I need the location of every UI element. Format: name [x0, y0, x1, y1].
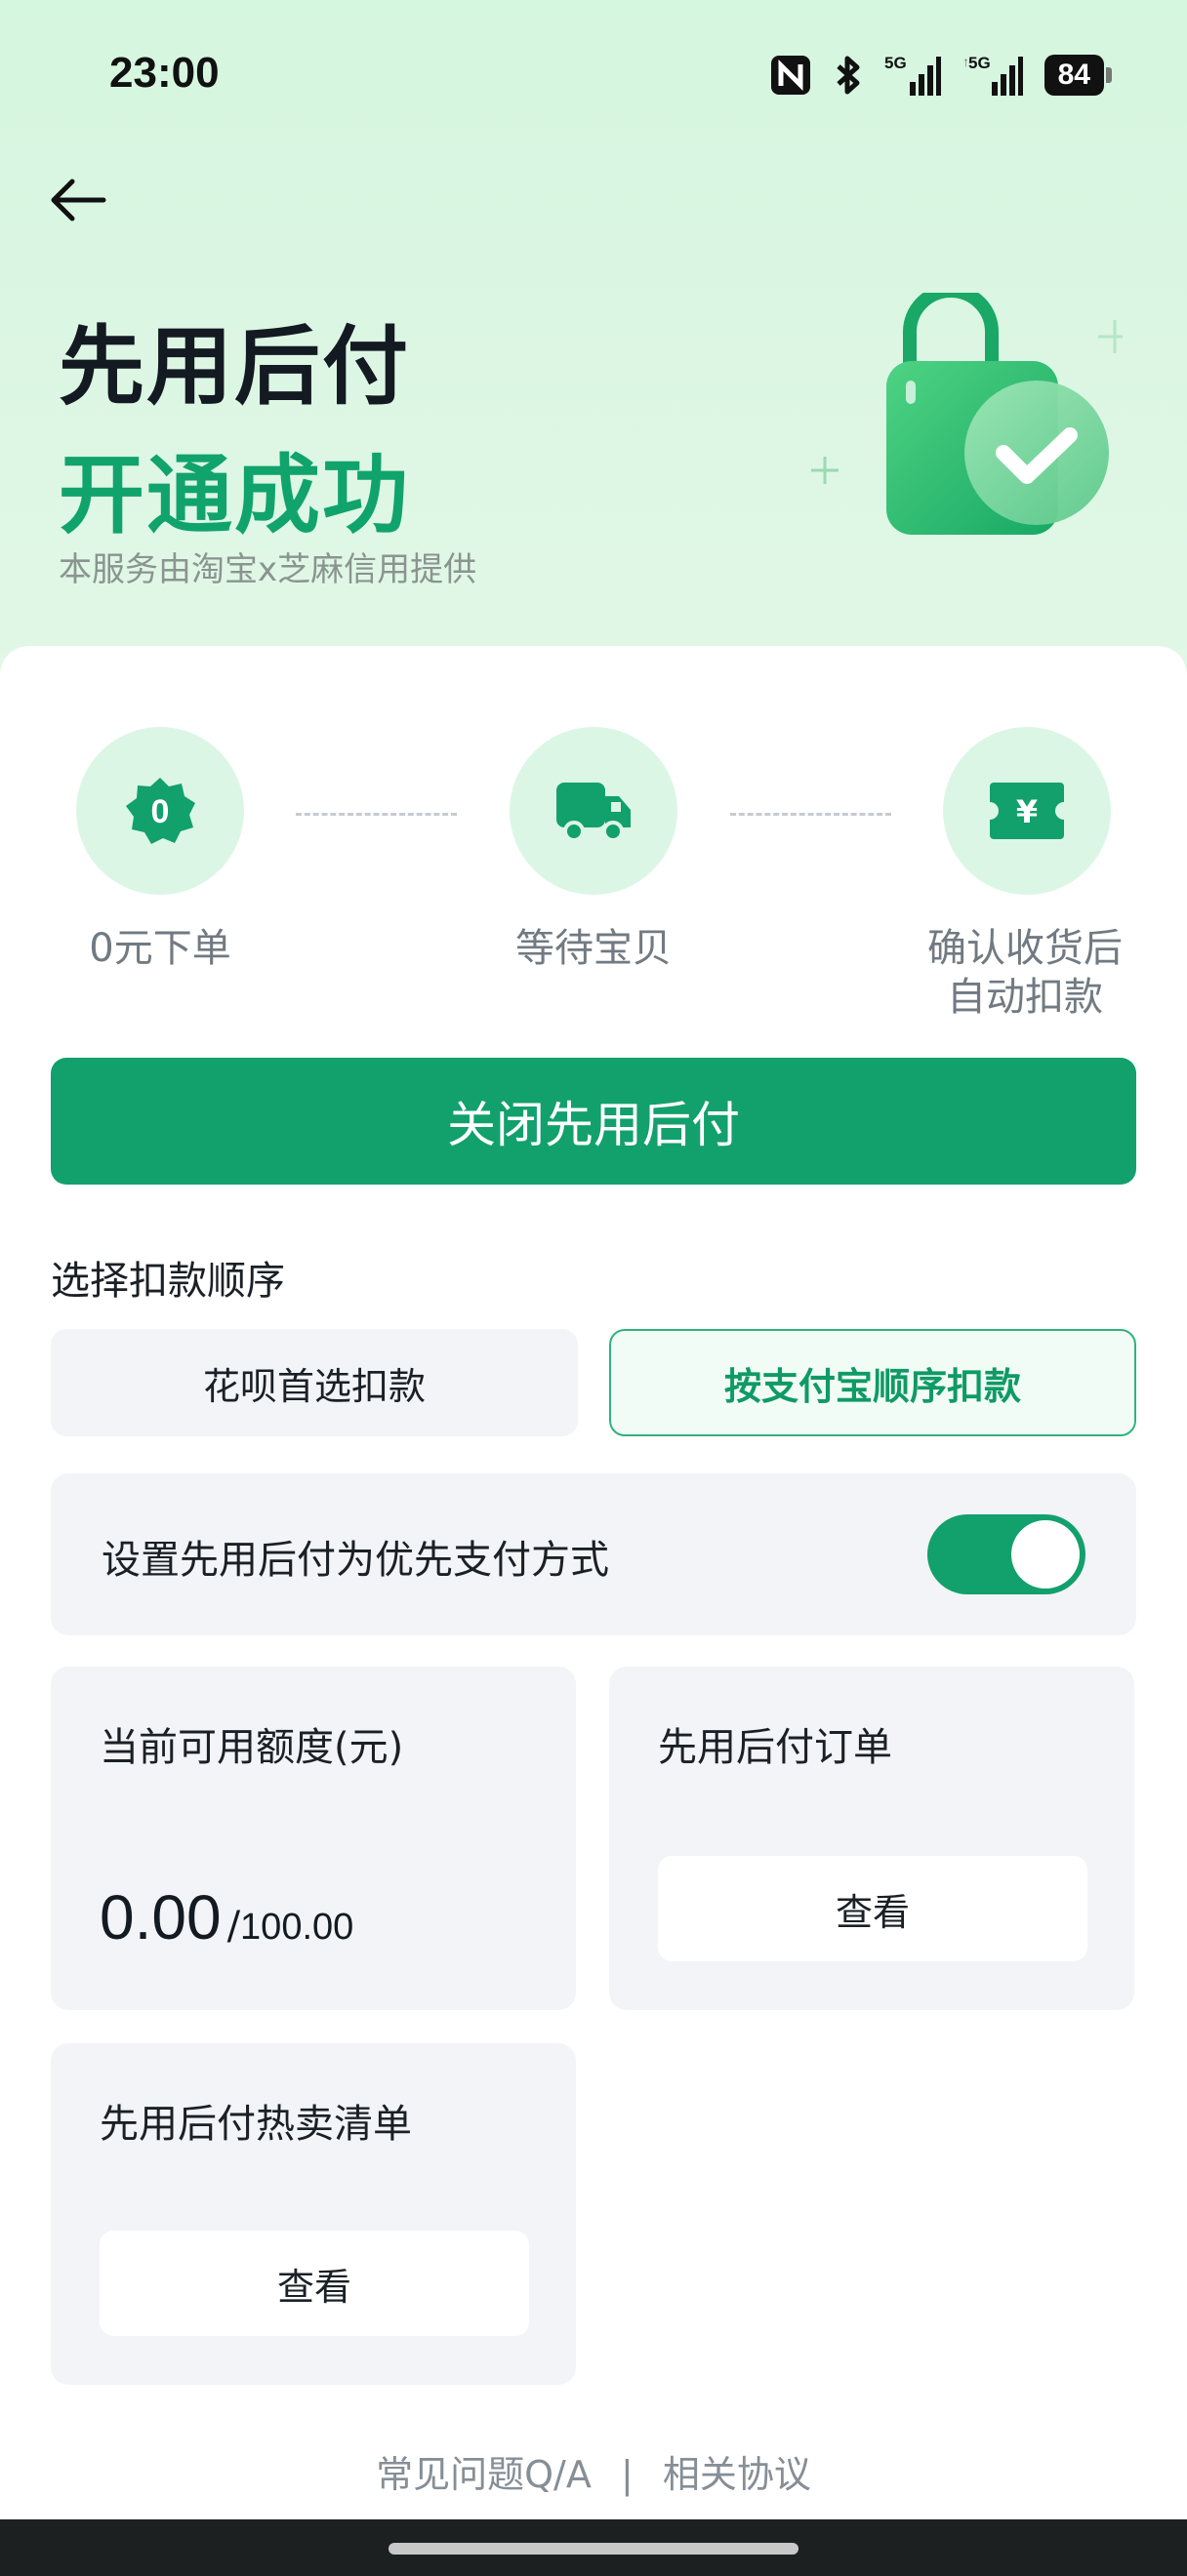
hot-list-title: 先用后付热卖清单 — [100, 2102, 412, 2147]
status-icons: 5G 5G ↑ 84 — [769, 53, 1113, 98]
truck-icon — [556, 783, 631, 842]
preferred-payment-row: 设置先用后付为优先支付方式 — [51, 1473, 1136, 1635]
hot-list-card: 先用后付热卖清单 查看 — [51, 2043, 576, 2385]
view-orders-button[interactable]: 查看 — [658, 1856, 1087, 1961]
svg-text:0: 0 — [151, 793, 170, 830]
preferred-payment-toggle[interactable] — [927, 1514, 1085, 1594]
step-label-line1: 确认收货后 — [927, 926, 1123, 971]
signal-5g-icon: 5G — [884, 53, 941, 98]
status-bar: 23:00 5G 5G ↑ 84 — [0, 0, 1187, 156]
agreement-link[interactable]: 相关协议 — [663, 2453, 811, 2496]
option-alipay-order[interactable]: 按支付宝顺序扣款 — [609, 1329, 1136, 1436]
svg-text:5G: 5G — [968, 54, 991, 72]
signal-5g-icon: 5G ↑ — [962, 53, 1023, 98]
step-label: 0元下单 — [89, 926, 231, 971]
pay-later-orders-card: 先用后付订单 查看 — [609, 1667, 1134, 2010]
svg-text:↑: ↑ — [962, 54, 969, 69]
view-hot-list-button[interactable]: 查看 — [100, 2231, 529, 2336]
svg-text:5G: 5G — [884, 54, 907, 72]
credit-available: 0.00 — [100, 1882, 222, 1952]
service-provider-note: 本服务由淘宝x芝麻信用提供 — [59, 550, 477, 589]
step-connector — [730, 813, 891, 816]
nfc-icon — [769, 53, 812, 98]
faq-link[interactable]: 常见问题Q/A — [376, 2453, 592, 2496]
orders-title: 先用后付订单 — [658, 1725, 892, 1770]
svg-text:¥: ¥ — [1016, 793, 1038, 830]
page-subtitle-success: 开通成功 — [59, 445, 411, 545]
home-gesture-handle[interactable] — [389, 2543, 798, 2555]
shopping-bag-check-icon — [800, 284, 1131, 546]
credit-amount: 0.00 / 100.00 — [100, 1881, 353, 1953]
step-auto-deduct: ¥ 确认收货后 自动扣款 — [908, 727, 1142, 1022]
step-label-line2: 自动扣款 — [947, 975, 1103, 1020]
toggle-knob — [1011, 1520, 1080, 1589]
system-nav-bar — [0, 2519, 1187, 2576]
status-time: 23:00 — [109, 49, 220, 97]
battery-indicator: 84 — [1044, 55, 1113, 96]
yuan-ticket-icon: ¥ — [990, 783, 1064, 839]
step-wait-goods: 等待宝贝 — [510, 727, 677, 973]
bluetooth-icon — [834, 53, 863, 98]
step-label: 确认收货后 自动扣款 — [908, 924, 1142, 1022]
preferred-payment-label: 设置先用后付为优先支付方式 — [102, 1538, 609, 1583]
credit-total: 100.00 — [240, 1907, 354, 1948]
step-circle: 0 — [76, 727, 244, 895]
step-circle — [510, 727, 677, 895]
footer-divider: | — [620, 2453, 634, 2496]
page-title: 先用后付 — [59, 316, 411, 417]
back-button[interactable] — [43, 161, 121, 239]
close-pay-later-button[interactable]: 关闭先用后付 — [51, 1058, 1136, 1185]
credit-separator: / — [226, 1904, 241, 1949]
step-zero-order: 0 0元下单 — [76, 727, 244, 973]
step-connector — [296, 813, 457, 816]
step-label: 等待宝贝 — [515, 926, 672, 971]
option-huabei-first[interactable]: 花呗首选扣款 — [51, 1329, 578, 1436]
deduction-order-title: 选择扣款顺序 — [51, 1259, 285, 1304]
credit-limit-card: 当前可用额度(元) 0.00 / 100.00 — [51, 1667, 576, 2010]
zero-badge-icon: 0 — [126, 778, 195, 844]
arrow-left-icon — [43, 179, 121, 243]
footer-links: 常见问题Q/A | 相关协议 — [0, 2444, 1187, 2498]
step-circle: ¥ — [943, 727, 1111, 895]
credit-limit-title: 当前可用额度(元) — [100, 1725, 404, 1770]
